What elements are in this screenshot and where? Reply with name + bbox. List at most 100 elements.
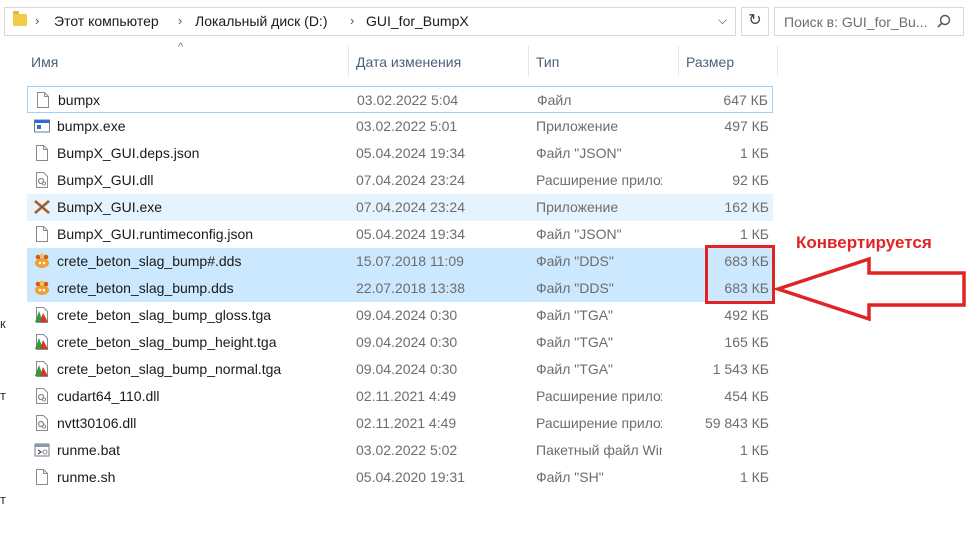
file-name[interactable]: crete_beton_slag_bump#.dds	[57, 253, 241, 269]
search-box[interactable]	[774, 7, 964, 36]
file-type: Файл "JSON"	[536, 145, 622, 161]
nav-item-label[interactable]: т	[0, 388, 6, 403]
file-type: Расширение приложения	[536, 172, 662, 188]
tga-icon	[33, 333, 51, 351]
file-icon	[33, 468, 51, 486]
address-bar[interactable]: › Этот компьютер › Локальный диск (D:) ›…	[4, 7, 736, 36]
file-name[interactable]: BumpX_GUI.runtimeconfig.json	[57, 226, 253, 242]
file-name[interactable]: crete_beton_slag_bump_height.tga	[57, 334, 277, 350]
breadcrumb-this-pc[interactable]: Этот компьютер	[54, 13, 159, 29]
sort-ascending-icon: ^	[178, 41, 184, 53]
file-date: 05.04.2020 19:31	[356, 469, 465, 485]
file-date: 03.02.2022 5:01	[356, 118, 458, 134]
file-type: Пакетный файл Windows	[536, 442, 662, 458]
file-icon	[33, 225, 51, 243]
search-input[interactable]	[784, 12, 929, 31]
file-date: 03.02.2022 5:02	[356, 442, 458, 458]
column-header-date[interactable]: Дата изменения	[356, 54, 461, 70]
file-type: Файл "TGA"	[536, 334, 614, 350]
chevron-down-icon[interactable]: ⌵	[718, 13, 727, 28]
file-size: 647 КБ	[723, 92, 768, 108]
file-row[interactable]: crete_beton_slag_bump#.dds 15.07.2018 11:…	[27, 248, 773, 275]
file-name[interactable]: crete_beton_slag_bump_gloss.tga	[57, 307, 271, 323]
file-row[interactable]: nvtt30106.dll 02.11.2021 4:49 Расширение п…	[27, 410, 773, 437]
file-row[interactable]: runme.bat 03.02.2022 5:02 Пакетный файл Wi…	[27, 437, 773, 464]
file-date: 09.04.2024 0:30	[356, 361, 458, 377]
file-name[interactable]: runme.bat	[57, 442, 120, 458]
navigation-pane[interactable]: к т т	[0, 46, 14, 557]
file-type: Расширение приложения	[536, 388, 662, 404]
file-row[interactable]: crete_beton_slag_bump_height.tga 09.04.20…	[27, 329, 773, 356]
file-date: 07.04.2024 23:24	[356, 172, 465, 188]
file-row[interactable]: BumpX_GUI.deps.json 05.04.2024 19:34 Файл …	[27, 140, 773, 167]
column-header-size[interactable]: Размер	[686, 54, 734, 70]
file-name[interactable]: bumpx.exe	[57, 118, 125, 134]
file-name[interactable]: BumpX_GUI.deps.json	[57, 145, 199, 161]
file-row[interactable]: bumpx.exe 03.02.2022 5:01 Приложение 497 КБ	[27, 113, 773, 140]
file-row[interactable]: runme.sh 05.04.2020 19:31 Файл "SH" 1 КБ	[27, 464, 773, 491]
file-size: 1 КБ	[739, 226, 769, 242]
file-name[interactable]: runme.sh	[57, 469, 115, 485]
file-name[interactable]: BumpX_GUI.dll	[57, 172, 153, 188]
file-row[interactable]: crete_beton_slag_bump_normal.tga 09.04.20…	[27, 356, 773, 383]
file-name[interactable]: crete_beton_slag_bump_normal.tga	[57, 361, 281, 377]
column-divider[interactable]	[348, 46, 349, 76]
address-row: › Этот компьютер › Локальный диск (D:) ›…	[0, 0, 968, 46]
file-type: Файл "DDS"	[536, 280, 614, 296]
bat-icon	[33, 441, 51, 459]
dll-icon	[33, 414, 51, 432]
file-type: Файл "DDS"	[536, 253, 614, 269]
file-row[interactable]: BumpX_GUI.dll 07.04.2024 23:24 Расширение …	[27, 167, 773, 194]
column-divider[interactable]	[528, 46, 529, 76]
file-name[interactable]: bumpx	[58, 92, 100, 108]
column-header-type[interactable]: Тип	[536, 54, 559, 70]
file-date: 22.07.2018 13:38	[356, 280, 465, 296]
dds-icon	[33, 279, 51, 297]
chevron-right-icon[interactable]: ›	[178, 13, 182, 28]
file-row[interactable]: crete_beton_slag_bump_gloss.tga 09.04.202…	[27, 302, 773, 329]
file-size: 454 КБ	[724, 388, 769, 404]
annotation-label: Конвертируется	[796, 233, 932, 252]
dll-icon	[33, 171, 51, 189]
refresh-button[interactable]: ↻	[741, 7, 769, 36]
chevron-right-icon[interactable]: ›	[35, 13, 39, 28]
file-name[interactable]: cudart64_110.dll	[57, 388, 159, 404]
bumpx-app-icon	[33, 198, 51, 216]
file-row[interactable]: bumpx 03.02.2022 5:04 Файл 647 КБ	[27, 86, 773, 113]
file-name[interactable]: nvtt30106.dll	[57, 415, 136, 431]
nav-item-label[interactable]: к	[0, 316, 6, 331]
column-divider[interactable]	[777, 46, 778, 76]
file-size: 59 843 КБ	[704, 415, 769, 431]
file-size: 1 КБ	[739, 469, 769, 485]
file-date: 09.04.2024 0:30	[356, 334, 458, 350]
breadcrumb-current-folder[interactable]: GUI_for_BumpX	[366, 13, 469, 29]
file-size: 165 КБ	[724, 334, 769, 350]
column-header-name[interactable]: Имя	[31, 54, 58, 70]
file-date: 02.11.2021 4:49	[356, 415, 457, 431]
exe-icon	[33, 117, 51, 135]
file-size: 1 КБ	[739, 145, 769, 161]
file-size: 1 КБ	[739, 442, 769, 458]
file-row[interactable]: BumpX_GUI.runtimeconfig.json 05.04.2024 1…	[27, 221, 773, 248]
file-row[interactable]: cudart64_110.dll 02.11.2021 4:49 Расширени…	[27, 383, 773, 410]
tga-icon	[33, 360, 51, 378]
file-type: Файл	[537, 92, 572, 108]
file-size: 162 КБ	[724, 199, 769, 215]
column-divider[interactable]	[678, 46, 679, 76]
file-size: 497 КБ	[724, 118, 769, 134]
file-name[interactable]: BumpX_GUI.exe	[57, 199, 162, 215]
file-type: Приложение	[536, 118, 619, 134]
file-date: 05.04.2024 19:34	[356, 145, 465, 161]
nav-item-label[interactable]: т	[0, 492, 6, 507]
search-icon[interactable]	[937, 14, 951, 28]
breadcrumb-local-disk[interactable]: Локальный диск (D:)	[195, 13, 328, 29]
folder-icon	[13, 11, 27, 26]
file-size: 92 КБ	[732, 172, 769, 188]
file-row[interactable]: BumpX_GUI.exe 07.04.2024 23:24 Приложение 1…	[27, 194, 773, 221]
file-date: 09.04.2024 0:30	[356, 307, 458, 323]
chevron-right-icon[interactable]: ›	[350, 13, 354, 28]
file-name[interactable]: crete_beton_slag_bump.dds	[57, 280, 234, 296]
file-size: 492 КБ	[724, 307, 769, 323]
file-row[interactable]: crete_beton_slag_bump.dds 22.07.2018 13:3…	[27, 275, 773, 302]
highlight-box	[705, 245, 775, 304]
